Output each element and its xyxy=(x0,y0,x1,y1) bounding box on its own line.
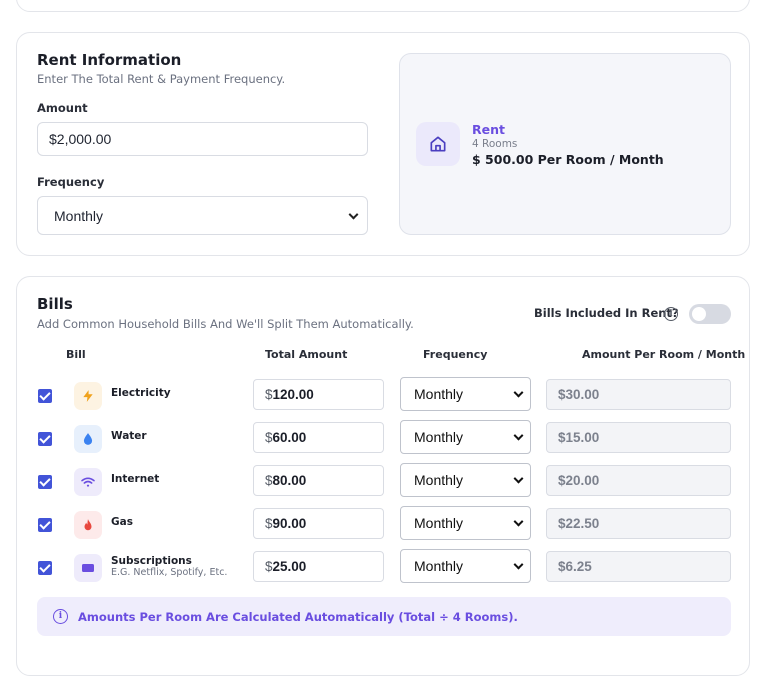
bill-frequency-select[interactable]: Monthly xyxy=(400,420,531,454)
bill-checkbox[interactable] xyxy=(38,518,52,532)
chevron-down-icon xyxy=(513,559,524,570)
lightning-icon xyxy=(83,390,93,402)
bill-icon-tile xyxy=(74,468,102,496)
amount-label: Amount xyxy=(37,101,88,115)
bill-row-internet: Internet $80.00 Monthly $20.00 xyxy=(17,462,751,505)
currency-symbol: $ xyxy=(265,430,273,445)
bill-frequency-select[interactable]: Monthly xyxy=(400,463,531,497)
bill-frequency-select[interactable]: Monthly xyxy=(400,506,531,540)
rent-amount-value: $2,000.00 xyxy=(49,131,112,147)
preview-title: Rent xyxy=(472,122,505,137)
rent-title: Rent Information xyxy=(37,51,182,69)
currency-symbol: $ xyxy=(265,473,273,488)
chevron-down-icon xyxy=(513,516,524,527)
auto-calc-notice-text: Amounts Per Room Are Calculated Automati… xyxy=(78,609,518,624)
rent-frequency-select[interactable]: Monthly xyxy=(37,196,368,235)
chevron-down-icon xyxy=(513,430,524,441)
auto-calc-notice: i Amounts Per Room Are Calculated Automa… xyxy=(37,597,731,636)
bill-per-room-value: $15.00 xyxy=(546,422,731,453)
bill-amount-input[interactable]: $25.00 xyxy=(253,551,384,582)
bill-name: Gas xyxy=(111,516,133,528)
bills-title: Bills xyxy=(37,295,73,313)
bill-row-subscriptions: Subscriptions E.G. Netflix, Spotify, Etc… xyxy=(17,548,751,591)
chevron-down-icon xyxy=(348,209,359,220)
bill-frequency-value: Monthly xyxy=(414,558,464,574)
info-icon[interactable]: i xyxy=(664,307,678,321)
bill-per-room-value: $30.00 xyxy=(546,379,731,410)
bill-amount-value: 60.00 xyxy=(272,430,307,445)
bill-amount-input[interactable]: $120.00 xyxy=(253,379,384,410)
currency-symbol: $ xyxy=(265,516,273,531)
bill-frequency-value: Monthly xyxy=(414,472,464,488)
house-icon xyxy=(430,136,446,152)
bill-icon-tile xyxy=(74,382,102,410)
col-header-total: Total Amount xyxy=(265,348,348,361)
toggle-knob xyxy=(692,307,706,321)
preview-rooms: 4 Rooms xyxy=(472,138,518,150)
bill-per-room-value: $20.00 xyxy=(546,465,731,496)
wifi-icon xyxy=(81,477,95,487)
info-icon: i xyxy=(53,609,68,624)
bill-frequency-select[interactable]: Monthly xyxy=(400,549,531,583)
bill-frequency-select[interactable]: Monthly xyxy=(400,377,531,411)
currency-symbol: $ xyxy=(265,387,273,402)
bill-amount-value: 25.00 xyxy=(272,559,307,574)
rent-frequency-value: Monthly xyxy=(54,207,104,224)
rent-information-card: Rent Information Enter The Total Rent & … xyxy=(16,32,750,256)
bill-name: Internet xyxy=(111,473,160,485)
preview-per-room: $ 500.00 Per Room / Month xyxy=(472,152,664,167)
bill-name: Subscriptions xyxy=(111,555,192,567)
bills-included-toggle[interactable] xyxy=(689,304,731,324)
bill-icon-tile xyxy=(74,554,102,582)
bill-row-gas: Gas $90.00 Monthly $22.50 xyxy=(17,505,751,548)
bills-subtitle: Add Common Household Bills And We'll Spl… xyxy=(37,317,414,331)
bill-amount-input[interactable]: $90.00 xyxy=(253,508,384,539)
bill-per-room-value: $22.50 xyxy=(546,508,731,539)
chevron-down-icon xyxy=(513,387,524,398)
col-header-bill: Bill xyxy=(66,348,86,361)
chevron-down-icon xyxy=(513,473,524,484)
rent-icon-tile xyxy=(416,122,460,166)
frequency-label: Frequency xyxy=(37,175,105,189)
previous-section-card xyxy=(16,0,750,12)
bill-row-water: Water $60.00 Monthly $15.00 xyxy=(17,419,751,462)
bill-checkbox[interactable] xyxy=(38,561,52,575)
col-header-per-room: Amount Per Room / Month xyxy=(582,348,746,361)
bill-frequency-value: Monthly xyxy=(414,515,464,531)
bill-per-room-value: $6.25 xyxy=(546,551,731,582)
rent-preview-panel: Rent 4 Rooms $ 500.00 Per Room / Month xyxy=(399,53,731,235)
rent-subtitle: Enter The Total Rent & Payment Frequency… xyxy=(37,72,286,86)
bill-frequency-value: Monthly xyxy=(414,386,464,402)
bill-checkbox[interactable] xyxy=(38,432,52,446)
bill-name: Water xyxy=(111,430,147,442)
bill-amount-input[interactable]: $80.00 xyxy=(253,465,384,496)
bills-included-label: Bills Included In Rent? xyxy=(534,306,679,320)
col-header-frequency: Frequency xyxy=(423,348,488,361)
bill-note: E.G. Netflix, Spotify, Etc. xyxy=(111,567,228,578)
bills-card: Bills Add Common Household Bills And We'… xyxy=(16,276,750,676)
bill-amount-value: 80.00 xyxy=(272,473,307,488)
bill-icon-tile xyxy=(74,511,102,539)
bill-amount-value: 90.00 xyxy=(272,516,307,531)
bill-frequency-value: Monthly xyxy=(414,429,464,445)
bill-name: Electricity xyxy=(111,387,171,399)
bill-icon-tile xyxy=(74,425,102,453)
bill-amount-input[interactable]: $60.00 xyxy=(253,422,384,453)
currency-symbol: $ xyxy=(265,559,273,574)
bill-checkbox[interactable] xyxy=(38,389,52,403)
rent-amount-input[interactable]: $2,000.00 xyxy=(37,122,368,156)
bill-row-electricity: Electricity $120.00 Monthly $30.00 xyxy=(17,376,751,419)
flame-icon xyxy=(84,519,92,531)
bill-amount-value: 120.00 xyxy=(272,387,314,402)
subscription-icon xyxy=(82,564,94,572)
bill-checkbox[interactable] xyxy=(38,475,52,489)
water-drop-icon xyxy=(83,433,93,445)
